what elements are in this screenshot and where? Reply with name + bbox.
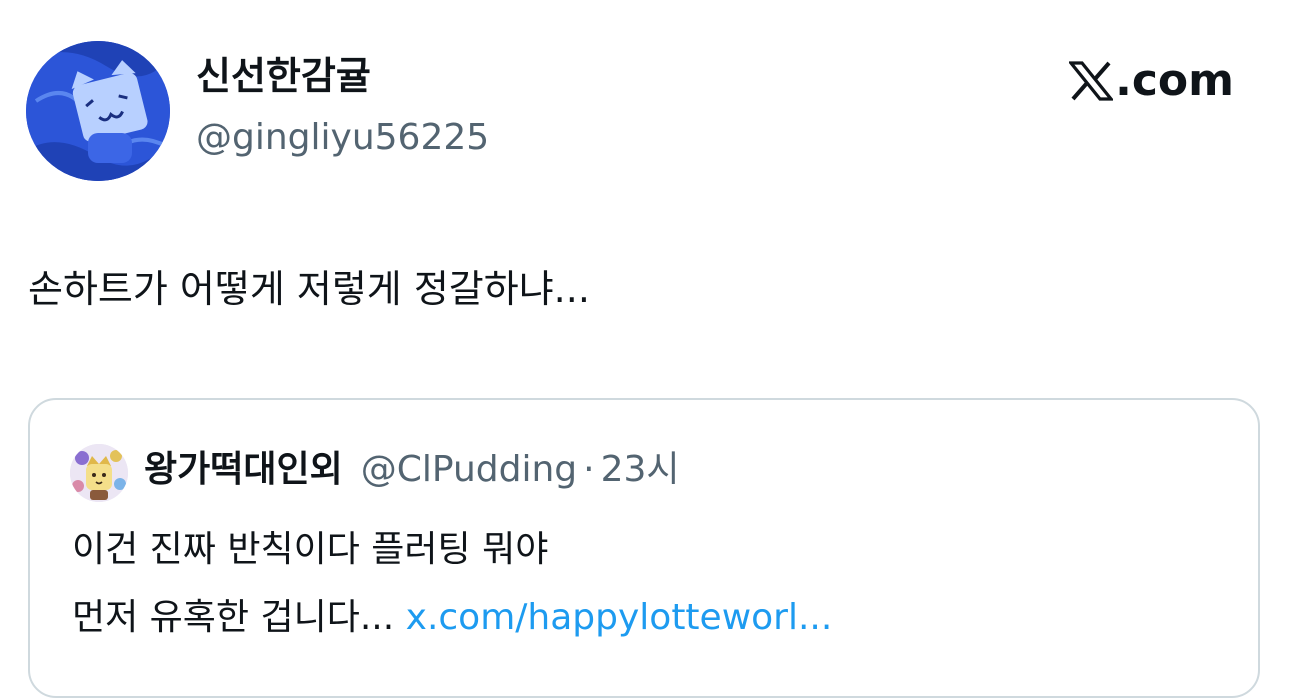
quoted-tweet[interactable]: 왕가떡대인외 @ClPudding · 23시 이건 진짜 반칙이다 플러팅 뭐… [28,398,1260,698]
quoted-tweet-header: 왕가떡대인외 @ClPudding · 23시 [144,444,680,496]
quoted-author-display-name[interactable]: 왕가떡대인외 [144,444,343,496]
quoted-tweet-link[interactable]: x.com/happylotteworl... [406,597,833,638]
quoted-tweet-line-2-text: 먼저 유혹한 겁니다... [72,597,395,638]
blue-character-avatar-icon [26,41,170,181]
separator-dot: · [583,449,595,490]
author-avatar[interactable] [26,41,170,181]
pudding-character-avatar-icon [70,444,128,502]
author-handle[interactable]: @gingliyu56225 [196,114,489,162]
brand-logo: .com [1069,55,1234,107]
quoted-tweet-text: 이건 진짜 반칙이다 플러팅 뭐야 먼저 유혹한 겁니다... x.com/ha… [72,516,832,652]
quoted-author-handle[interactable]: @ClPudding [361,444,577,496]
quoted-tweet-line-1: 이건 진짜 반칙이다 플러팅 뭐야 [72,529,549,570]
x-logo-icon [1069,61,1114,101]
quoted-author-avatar[interactable] [70,444,128,502]
author-display-name[interactable]: 신선한감귤 [196,52,371,100]
quoted-tweet-line-2: 먼저 유혹한 겁니다... x.com/happylotteworl... [72,584,832,652]
tweet-text: 손하트가 어떻게 저렇게 정갈하냐... [28,267,590,311]
brand-domain: .com [1115,55,1234,106]
tweet-card: 신선한감귤 @gingliyu56225 .com 손하트가 어떻게 저렇게 정… [0,0,1290,698]
quoted-tweet-time[interactable]: 23시 [601,444,680,496]
